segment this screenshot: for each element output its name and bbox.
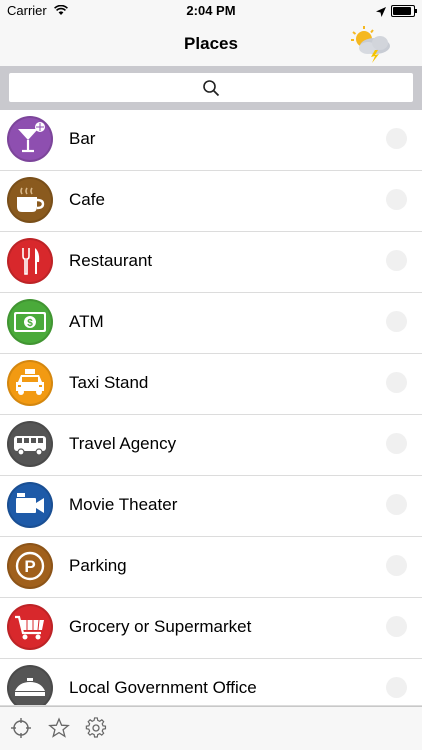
favorites-star-icon[interactable] xyxy=(48,717,70,739)
bottom-toolbar xyxy=(0,706,422,750)
navigation-bar: Places xyxy=(0,22,422,66)
list-item[interactable]: Restaurant xyxy=(0,232,422,293)
list-item[interactable]: Taxi Stand xyxy=(0,354,422,415)
places-list: Bar Cafe Restaurant $ ATM Taxi Stand Tra… xyxy=(0,110,422,711)
status-bar: Carrier 2:04 PM xyxy=(0,0,422,22)
select-radio[interactable] xyxy=(386,311,407,332)
select-radio[interactable] xyxy=(386,128,407,149)
list-item-label: ATM xyxy=(69,312,104,331)
select-radio[interactable] xyxy=(386,677,407,698)
list-item-label: Travel Agency xyxy=(69,434,177,453)
list-item[interactable]: P Parking xyxy=(0,537,422,598)
list-item[interactable]: Grocery or Supermarket xyxy=(0,598,422,659)
select-radio[interactable] xyxy=(386,555,407,576)
list-item-label: Local Government Office xyxy=(69,678,257,697)
list-item[interactable]: $ ATM xyxy=(0,293,422,354)
search-field[interactable] xyxy=(9,73,413,102)
select-radio[interactable] xyxy=(386,433,407,454)
video-camera-icon xyxy=(7,482,53,528)
bus-icon xyxy=(7,421,53,467)
list-item-label: Restaurant xyxy=(69,251,153,270)
select-radio[interactable] xyxy=(386,372,407,393)
list-item[interactable]: Movie Theater xyxy=(0,476,422,537)
list-item-label: Grocery or Supermarket xyxy=(69,617,252,636)
partly-cloudy-thunder-icon[interactable] xyxy=(348,24,394,64)
taxi-icon xyxy=(7,360,53,406)
list-item-label: Taxi Stand xyxy=(69,373,149,392)
svg-text:$: $ xyxy=(27,318,33,329)
list-item-label: Bar xyxy=(69,129,96,148)
status-time: 2:04 PM xyxy=(186,3,236,18)
location-arrow-icon xyxy=(376,5,386,20)
parking-icon: P xyxy=(7,543,53,589)
list-item-label: Parking xyxy=(69,556,127,575)
list-item[interactable]: Local Government Office xyxy=(0,659,422,711)
select-radio[interactable] xyxy=(386,189,407,210)
select-radio[interactable] xyxy=(386,250,407,271)
list-item[interactable]: Travel Agency xyxy=(0,415,422,476)
list-item[interactable]: Bar xyxy=(0,110,422,171)
select-radio[interactable] xyxy=(386,616,407,637)
government-building-icon xyxy=(7,665,53,711)
cocktail-icon xyxy=(7,116,53,162)
dollar-bill-icon: $ xyxy=(7,299,53,345)
search-bar xyxy=(0,66,422,110)
list-item[interactable]: Cafe xyxy=(0,171,422,232)
fork-knife-icon xyxy=(7,238,53,284)
shopping-cart-icon xyxy=(7,604,53,650)
settings-gear-icon[interactable] xyxy=(85,717,107,739)
locate-icon[interactable] xyxy=(10,717,32,739)
coffee-cup-icon xyxy=(7,177,53,223)
select-radio[interactable] xyxy=(386,494,407,515)
list-item-label: Cafe xyxy=(69,190,105,209)
list-item-label: Movie Theater xyxy=(69,495,178,514)
svg-text:P: P xyxy=(24,557,35,576)
battery-icon xyxy=(391,5,417,17)
search-icon xyxy=(202,79,220,102)
